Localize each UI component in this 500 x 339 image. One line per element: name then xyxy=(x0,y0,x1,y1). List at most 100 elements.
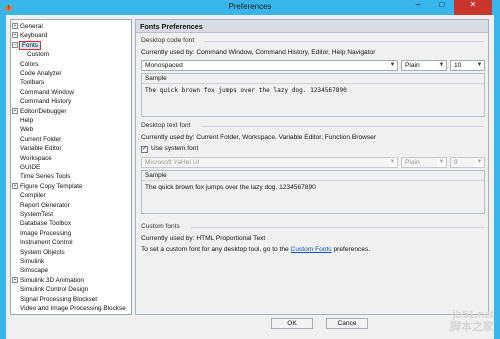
instruction-suffix: preferences. xyxy=(333,246,371,253)
tree-item-label: Code Analyzer xyxy=(20,70,62,77)
tree-item-web[interactable]: Web xyxy=(20,125,33,134)
tree-item-label: Simulink Control Design xyxy=(20,286,89,294)
custom-fonts-used-by: Currently used by: HTML Proportional Tex… xyxy=(141,235,266,242)
instruction-prefix: To set a custom font for any desktop too… xyxy=(141,246,289,253)
tree-item-label: Simscape xyxy=(20,267,49,275)
code-font-name-dropdown[interactable]: Monospaced ▼ xyxy=(141,60,398,71)
code-font-sample-box: Sample The quick brown fox jumps over th… xyxy=(141,73,485,117)
tree-item-simulink-control-design[interactable]: Simulink Control Design xyxy=(20,285,88,294)
sample-label: Sample xyxy=(145,172,167,179)
ok-button[interactable]: OK xyxy=(271,318,313,329)
text-font-name-dropdown[interactable]: Microsoft YaHei UI ▼ xyxy=(141,157,398,168)
tree-item-label: Time Series Tools xyxy=(20,173,71,181)
tree-item-video-and-image-processing-blockse[interactable]: Video and Image Processing Blockse xyxy=(20,304,126,313)
tree-item-toolbars[interactable]: Toolbars xyxy=(20,78,44,87)
text-font-used-by: Currently used by: Current Folder, Works… xyxy=(141,134,377,141)
code-font-sample-text: The quick brown fox jumps over the lazy … xyxy=(145,87,347,94)
tree-item-code-analyzer[interactable]: Code Analyzer xyxy=(20,69,62,78)
close-button[interactable]: ✕ xyxy=(454,0,492,15)
section-divider xyxy=(204,41,484,42)
tree-item-systemtest[interactable]: SystemTest xyxy=(20,210,53,219)
expand-icon[interactable]: + xyxy=(12,276,18,283)
tree-item-label: Variable Editor xyxy=(20,145,62,153)
tree-item-custom[interactable]: Custom xyxy=(27,50,49,59)
tree-item-workspace[interactable]: Workspace xyxy=(20,154,52,163)
tree-item-time-series-tools[interactable]: Time Series Tools xyxy=(20,172,70,181)
site-watermark: jb51.net 脚本之家 xyxy=(450,309,494,333)
tree-item-label: Colors xyxy=(20,60,39,68)
tree-item-command-window[interactable]: Command Window xyxy=(20,88,74,97)
watermark-domain: jb51.net xyxy=(452,309,494,321)
tree-item-fonts[interactable]: − Fonts xyxy=(12,40,41,50)
tree-item-label: GUIDE xyxy=(20,164,41,171)
tree-item-label: Signal Processing Blockset xyxy=(20,295,98,303)
tree-item-figure-copy-template[interactable]: + Figure Copy Template xyxy=(12,182,83,191)
expand-icon[interactable]: + xyxy=(12,182,18,189)
tree-item-label: Keyboard xyxy=(20,32,48,40)
tree-item-simscape[interactable]: Simscape xyxy=(20,266,48,275)
tree-item-guide[interactable]: GUIDE xyxy=(20,163,40,172)
code-font-size-dropdown[interactable]: 10 ▼ xyxy=(450,60,485,71)
custom-fonts-link[interactable]: Custom Fonts xyxy=(291,246,332,253)
tree-item-label: Figure Copy Template xyxy=(20,182,83,190)
tree-item-simulink-3d-animation[interactable]: + Simulink 3D Animation xyxy=(12,276,84,285)
text-font-sample-text: The quick brown fox jumps over the lazy … xyxy=(145,184,316,191)
chevron-down-icon: ▼ xyxy=(388,61,397,70)
tree-item-label: Workspace xyxy=(20,154,52,162)
use-system-font-label: Use system font xyxy=(151,145,199,152)
sample-divider xyxy=(142,180,484,181)
collapse-icon[interactable]: − xyxy=(12,41,18,48)
sample-divider xyxy=(142,83,484,84)
tree-item-system-objects[interactable]: System Objects xyxy=(20,248,65,257)
tree-item-database-toolbox[interactable]: Database Toolbox xyxy=(20,219,71,228)
tree-item-instrument-control[interactable]: Instrument Control xyxy=(20,238,73,247)
use-system-font-checkbox[interactable]: ✓ xyxy=(141,146,148,153)
chevron-down-icon: ▼ xyxy=(475,158,484,167)
tree-item-label: Current Folder xyxy=(20,135,62,143)
tree-item-command-history[interactable]: Command History xyxy=(20,97,71,106)
tree-item-keyboard[interactable]: + Keyboard xyxy=(12,31,48,40)
code-font-style-dropdown[interactable]: Plain ▼ xyxy=(401,60,447,71)
tree-item-variable-editor[interactable]: Variable Editor xyxy=(20,144,61,153)
tree-item-label: Simulink 3D Animation xyxy=(20,276,84,284)
tree-item-label: Help xyxy=(20,117,34,124)
panel-header: Fonts Preferences xyxy=(136,20,488,33)
tree-item-label: Command Window xyxy=(20,88,74,96)
custom-fonts-heading: Custom fonts xyxy=(141,223,180,230)
expand-icon[interactable]: + xyxy=(12,23,18,29)
tree-item-label: Web xyxy=(20,126,34,134)
tree-item-colors[interactable]: Colors xyxy=(20,60,38,69)
tree-item-current-folder[interactable]: Current Folder xyxy=(20,135,61,144)
tree-item-label: Command History xyxy=(20,98,72,106)
text-font-heading: Desktop text font xyxy=(141,122,191,129)
maximize-button[interactable]: □ xyxy=(430,0,454,15)
expand-icon[interactable]: + xyxy=(12,32,18,39)
tree-item-signal-processing-blockset[interactable]: Signal Processing Blockset xyxy=(20,295,97,304)
tree-item-editor-debugger[interactable]: + Editor/Debugger xyxy=(12,107,67,116)
chevron-down-icon: ▼ xyxy=(437,61,446,70)
text-font-style-dropdown[interactable]: Plain ▼ xyxy=(401,157,447,168)
title-bar: Preferences – □ ✕ xyxy=(0,0,500,15)
section-divider xyxy=(202,126,484,127)
code-font-name-value: Monospaced xyxy=(145,62,183,69)
dialog-client-area: + General + Keyboard − Fonts Custom Colors Code … xyxy=(6,15,494,339)
tree-item-help[interactable]: Help xyxy=(20,116,33,125)
tree-item-report-generator[interactable]: Report Generator xyxy=(20,201,70,210)
code-font-style-value: Plain xyxy=(405,62,420,69)
text-font-style-value: Plain xyxy=(405,159,420,166)
tree-item-label: Fonts xyxy=(19,40,41,50)
tree-item-compiler[interactable]: Compiler xyxy=(20,191,46,200)
chevron-down-icon: ▼ xyxy=(475,61,484,70)
tree-item-simulink[interactable]: Simulink xyxy=(20,257,44,266)
preferences-tree[interactable]: + General + Keyboard − Fonts Custom Colors Code … xyxy=(10,19,132,315)
text-font-size-dropdown[interactable]: 9 ▼ xyxy=(450,157,485,168)
cancel-button[interactable]: Cance xyxy=(326,318,368,329)
tree-item-label: Video and Image Processing Blockse xyxy=(20,305,126,312)
tree-item-general[interactable]: + General xyxy=(12,22,43,31)
minimize-button[interactable]: – xyxy=(406,0,430,15)
tree-item-label: SystemTest xyxy=(20,211,54,218)
expand-icon[interactable]: + xyxy=(12,107,18,114)
tree-item-label: Toolbars xyxy=(20,79,45,87)
tree-item-image-processing[interactable]: Image Processing xyxy=(20,229,71,238)
chevron-down-icon: ▼ xyxy=(388,158,397,167)
